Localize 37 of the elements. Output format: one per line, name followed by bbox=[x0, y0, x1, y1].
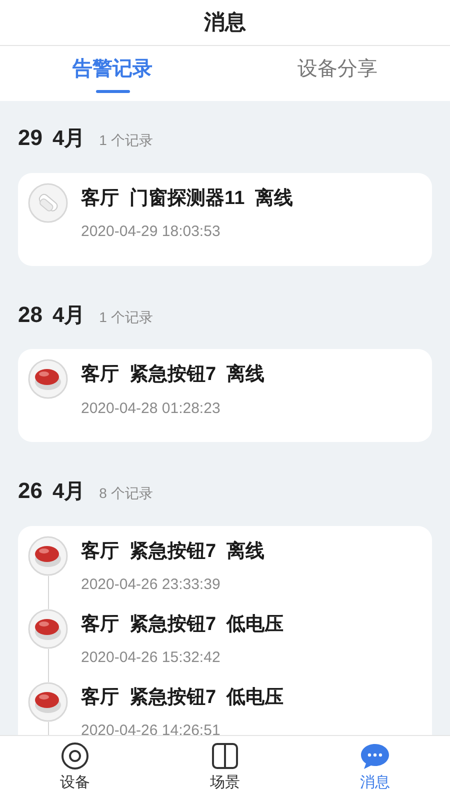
date-month: 4月 bbox=[52, 126, 86, 152]
date-day: 28 bbox=[18, 298, 42, 330]
record-time: 2020-04-29 18:03:53 bbox=[81, 222, 222, 242]
nav-tab[interactable]: 场景 bbox=[150, 736, 300, 800]
record-title: 客厅 紧急按钮7 低电压 bbox=[81, 686, 284, 710]
tab[interactable]: 设备分享 bbox=[225, 46, 450, 101]
target-icon bbox=[60, 742, 90, 770]
alarm-button-icon bbox=[28, 359, 68, 399]
record-item[interactable]: 客厅 紧急按钮7 离线 2020-04-28 01:28:23 bbox=[28, 359, 422, 432]
alarm-button-icon bbox=[28, 682, 68, 722]
record-item[interactable]: 客厅 紧急按钮7 低电压 2020-04-26 15:32:42 bbox=[28, 608, 422, 682]
record-title: 客厅 紧急按钮7 低电压 bbox=[81, 612, 284, 636]
nav-tab[interactable]: 消息 bbox=[300, 736, 450, 800]
date-month: 4月 bbox=[52, 302, 86, 328]
split-panel-icon bbox=[210, 742, 240, 770]
page-title: 消息 bbox=[204, 10, 246, 36]
record-item[interactable]: 客厅 门窗探测器11 离线 2020-04-29 18:03:53 bbox=[28, 182, 422, 256]
record-count: 1 个记录 bbox=[99, 131, 153, 150]
nav-tab[interactable]: 设备 bbox=[0, 736, 150, 800]
record-time: 2020-04-26 23:33:39 bbox=[81, 575, 222, 595]
chat-bubble-icon bbox=[359, 742, 391, 770]
record-title: 客厅 门窗探测器11 离线 bbox=[81, 186, 294, 210]
date-day: 29 bbox=[18, 121, 42, 154]
record-time: 2020-04-28 01:28:23 bbox=[81, 398, 222, 418]
alarm-button-icon bbox=[28, 536, 68, 576]
tab[interactable]: 告警记录 bbox=[0, 46, 225, 101]
record-time: 2020-04-26 15:32:42 bbox=[81, 648, 222, 668]
record-item[interactable]: 客厅 紧急按钮7 离线 2020-04-26 23:33:39 bbox=[28, 536, 422, 608]
record-title: 客厅 紧急按钮7 离线 bbox=[81, 540, 265, 564]
alarm-button-icon bbox=[28, 608, 68, 648]
date-month: 4月 bbox=[52, 479, 86, 505]
record-count: 1 个记录 bbox=[99, 308, 153, 326]
record-count: 8 个记录 bbox=[99, 484, 153, 503]
record-title: 客厅 紧急按钮7 离线 bbox=[81, 362, 265, 387]
record-time: 2020-04-26 14:26:51 bbox=[81, 721, 222, 735]
sensor-icon bbox=[28, 182, 68, 222]
date-day: 26 bbox=[18, 474, 42, 507]
